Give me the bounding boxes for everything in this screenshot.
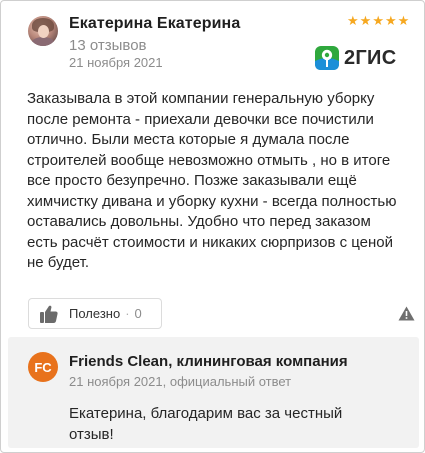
company-avatar[interactable]: FC: [28, 352, 58, 382]
rating-stars: ★ ★ ★ ★ ★: [347, 14, 409, 28]
useful-label: Полезно: [69, 306, 121, 321]
star-icon: ★: [384, 13, 397, 28]
star-icon: ★: [359, 13, 372, 28]
author-avatar[interactable]: [28, 16, 58, 46]
company-name[interactable]: Friends Clean, клининговая компания: [69, 353, 348, 370]
avatar-face: [38, 25, 49, 38]
star-icon: ★: [397, 13, 410, 28]
reply-text: Екатерина, благодарим вас за честный отз…: [69, 405, 343, 443]
author-reviews-count: 13 отзывов: [69, 37, 147, 54]
author-name[interactable]: Екатерина Екатерина: [69, 15, 240, 33]
2gis-logo: 2ГИС: [314, 45, 396, 71]
review-date: 21 ноября 2021: [69, 55, 163, 70]
useful-button[interactable]: Полезно · 0: [28, 298, 162, 329]
review-text: Заказывала в этой компании генеральную у…: [27, 90, 397, 271]
reply-meta: 21 ноября 2021, официальный ответ: [69, 374, 292, 389]
warning-icon[interactable]: [398, 306, 415, 321]
star-icon: ★: [372, 13, 384, 28]
avatar-shoulders: [31, 37, 55, 46]
useful-count: 0: [134, 306, 142, 321]
review-card: Екатерина Екатерина 13 отзывов 21 ноября…: [0, 0, 425, 453]
owner-reply: FC Friends Clean, клининговая компания 2…: [8, 337, 419, 448]
star-icon: ★: [347, 13, 359, 28]
2gis-logo-icon: [315, 46, 339, 70]
useful-separator: ·: [125, 306, 130, 321]
2gis-logo-text: 2ГИС: [344, 46, 397, 69]
thumbs-up-icon: [40, 305, 58, 323]
